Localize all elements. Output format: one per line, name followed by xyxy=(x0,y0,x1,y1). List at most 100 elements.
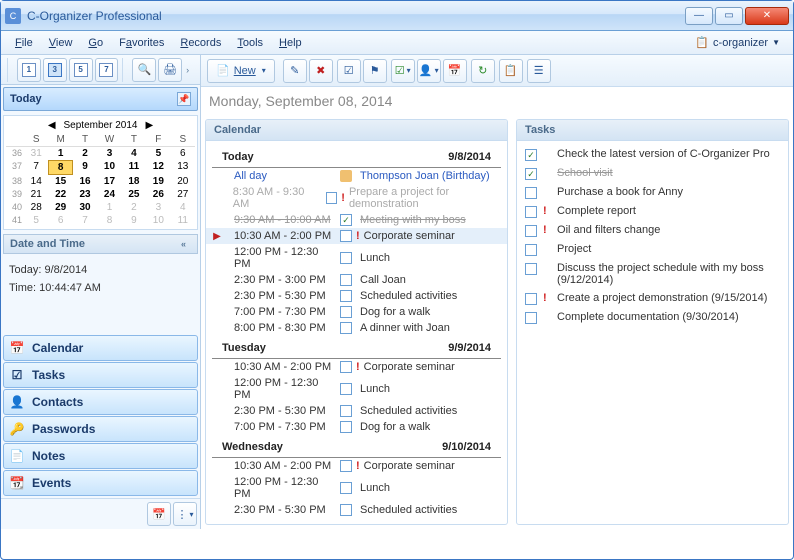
options-shortcut-button[interactable]: ⋮▾ xyxy=(173,502,197,526)
calendar-day[interactable]: 7 xyxy=(73,214,97,227)
calendar-day[interactable]: 1 xyxy=(97,201,121,214)
event-checkbox[interactable]: ✓ xyxy=(340,214,352,226)
calendar-day[interactable]: 11 xyxy=(171,214,195,227)
event-row[interactable]: All dayThompson Joan (Birthday) xyxy=(206,168,507,184)
pin-button[interactable]: 📌 xyxy=(177,92,191,106)
calendar-day[interactable]: 12 xyxy=(146,160,170,175)
event-row[interactable]: 2:30 PM - 5:30 PMScheduled activities xyxy=(206,288,507,304)
calendar-day[interactable]: 10 xyxy=(97,160,121,175)
menu-help[interactable]: Help xyxy=(271,34,310,52)
event-row[interactable]: 2:30 PM - 5:30 PMScheduled activities xyxy=(206,502,507,518)
event-row[interactable]: 12:00 PM - 12:30 PMLunch xyxy=(206,474,507,502)
filter2-button[interactable]: 👤▾ xyxy=(417,59,441,83)
calendar-day[interactable]: 2 xyxy=(73,147,97,160)
new-button[interactable]: 📄 New ▾ xyxy=(207,59,275,83)
edit-button[interactable]: ✎ xyxy=(283,59,307,83)
sidebar-item-contacts[interactable]: 👤Contacts xyxy=(3,389,198,415)
calendar-day[interactable]: 15 xyxy=(48,175,72,188)
menu-tools[interactable]: Tools xyxy=(229,34,271,52)
event-checkbox[interactable] xyxy=(326,192,337,204)
refresh-button[interactable]: ↻ xyxy=(471,59,495,83)
calendar-day[interactable]: 8 xyxy=(48,160,72,175)
flag-button[interactable]: ⚑ xyxy=(363,59,387,83)
next-month-button[interactable]: ▶ xyxy=(141,120,157,131)
calendar-day[interactable]: 14 xyxy=(24,175,48,188)
event-row[interactable]: 8:00 PM - 8:30 PMA dinner with Joan xyxy=(206,320,507,336)
delete-button[interactable]: ✖ xyxy=(309,59,333,83)
calendar-day[interactable]: 22 xyxy=(48,188,72,201)
event-checkbox[interactable] xyxy=(340,274,352,286)
calendar-day[interactable]: 4 xyxy=(171,201,195,214)
menu-favorites[interactable]: Favorites xyxy=(111,34,172,52)
calendar-shortcut-button[interactable]: 📅 xyxy=(147,502,171,526)
filter1-button[interactable]: ☑▾ xyxy=(391,59,415,83)
calendar-day[interactable]: 18 xyxy=(122,175,146,188)
event-checkbox[interactable] xyxy=(340,482,352,494)
event-row[interactable]: ▶10:30 AM - 2:00 PM!Corporate seminar xyxy=(206,228,507,244)
task-row[interactable]: !Oil and filters change xyxy=(517,221,788,240)
calendar-day[interactable]: 9 xyxy=(73,160,97,175)
task-row[interactable]: !Create a project demonstration (9/15/20… xyxy=(517,289,788,308)
calendar-day[interactable]: 11 xyxy=(122,160,146,175)
copy-button[interactable]: 📋 xyxy=(499,59,523,83)
event-checkbox[interactable] xyxy=(340,405,352,417)
task-row[interactable]: Discuss the project schedule with my bos… xyxy=(517,259,788,289)
calendar-day[interactable]: 27 xyxy=(171,188,195,201)
event-checkbox[interactable] xyxy=(340,252,352,264)
task-checkbox[interactable]: ✓ xyxy=(525,168,537,180)
view-week-button[interactable]: 7 xyxy=(95,58,119,82)
event-row[interactable]: 2:30 PM - 5:30 PMScheduled activities xyxy=(206,403,507,419)
task-checkbox[interactable] xyxy=(525,312,537,324)
menu-file[interactable]: File xyxy=(7,34,41,52)
event-checkbox[interactable] xyxy=(340,383,352,395)
complete-button[interactable]: ☑ xyxy=(337,59,361,83)
calendar-day[interactable]: 6 xyxy=(171,147,195,160)
calendar-day[interactable]: 7 xyxy=(24,160,48,175)
event-checkbox[interactable] xyxy=(340,322,352,334)
task-row[interactable]: Project xyxy=(517,240,788,259)
calendar-day[interactable]: 17 xyxy=(97,175,121,188)
view-3day-button[interactable]: 3 xyxy=(43,58,67,82)
calendar-day[interactable]: 31 xyxy=(24,147,48,160)
calendar-day[interactable]: 3 xyxy=(146,201,170,214)
calendar-day[interactable]: 28 xyxy=(24,201,48,214)
menu-view[interactable]: View xyxy=(41,34,81,52)
menu-go[interactable]: Go xyxy=(80,34,111,52)
minimize-button[interactable]: — xyxy=(685,7,713,25)
list-button[interactable]: ☰ xyxy=(527,59,551,83)
task-row[interactable]: !Complete report xyxy=(517,202,788,221)
calendar-day[interactable]: 3 xyxy=(97,147,121,160)
event-checkbox[interactable] xyxy=(340,361,352,373)
maximize-button[interactable]: ▭ xyxy=(715,7,743,25)
task-checkbox[interactable] xyxy=(525,263,537,275)
calendar-day[interactable]: 19 xyxy=(146,175,170,188)
view-day-button[interactable]: 1 xyxy=(17,58,41,82)
calendar-day[interactable]: 10 xyxy=(146,214,170,227)
calendar-day[interactable]: 9 xyxy=(122,214,146,227)
event-row[interactable]: 10:30 AM - 2:00 PM!Corporate seminar xyxy=(206,359,507,375)
calendar-day[interactable]: 25 xyxy=(122,188,146,201)
event-row[interactable]: 12:00 PM - 12:30 PMLunch xyxy=(206,244,507,272)
event-checkbox[interactable] xyxy=(340,504,352,516)
task-row[interactable]: Complete documentation (9/30/2014) xyxy=(517,308,788,327)
event-row[interactable]: 12:00 PM - 12:30 PMLunch xyxy=(206,375,507,403)
collapse-datetime-button[interactable]: « xyxy=(181,239,191,249)
filter3-button[interactable]: 📅 xyxy=(443,59,467,83)
sidebar-item-events[interactable]: 📆Events xyxy=(3,470,198,496)
sidebar-item-calendar[interactable]: 📅Calendar xyxy=(3,335,198,361)
event-row[interactable]: 10:30 AM - 2:00 PM!Corporate seminar xyxy=(206,458,507,474)
profile-selector[interactable]: 📋 c-organizer ▼ xyxy=(688,33,787,52)
task-row[interactable]: ✓Check the latest version of C-Organizer… xyxy=(517,145,788,164)
calendar-day[interactable]: 30 xyxy=(73,201,97,214)
calendar-day[interactable]: 4 xyxy=(122,147,146,160)
close-button[interactable]: ✕ xyxy=(745,7,789,25)
event-row[interactable]: 8:30 AM - 9:30 AM!Prepare a project for … xyxy=(206,184,507,212)
event-checkbox[interactable] xyxy=(340,460,352,472)
calendar-day[interactable]: 21 xyxy=(24,188,48,201)
calendar-day[interactable]: 5 xyxy=(146,147,170,160)
calendar-day[interactable]: 6 xyxy=(48,214,72,227)
calendar-day[interactable]: 24 xyxy=(97,188,121,201)
event-checkbox[interactable] xyxy=(340,306,352,318)
calendar-day[interactable]: 1 xyxy=(48,147,72,160)
calendar-day[interactable]: 16 xyxy=(73,175,97,188)
